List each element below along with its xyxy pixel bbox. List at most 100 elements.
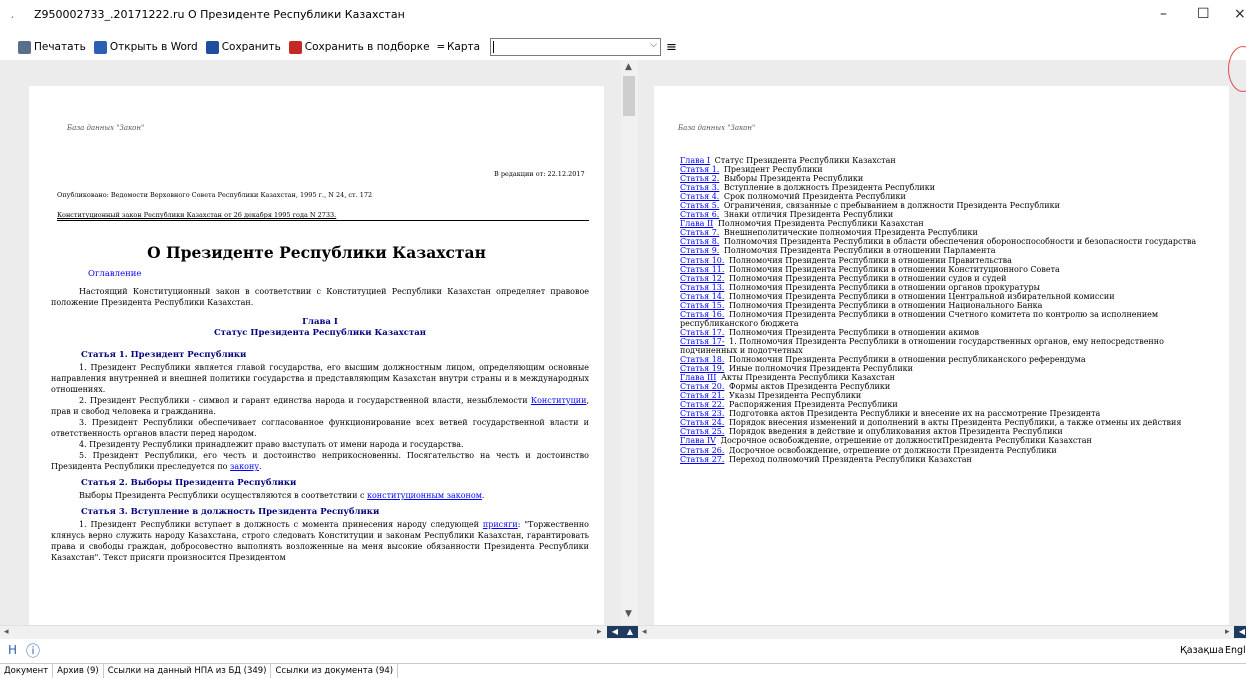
toc-row-link[interactable]: Статья 22.	[680, 400, 724, 409]
toc-row: Статья 5. Ограничения, связанные с пребы…	[680, 201, 1220, 210]
toc-row-link[interactable]: Статья 17-	[680, 337, 725, 346]
floppy-save-icon[interactable]: H	[8, 643, 17, 657]
toc-row: Статья 17- 1. Полномочия Президента Респ…	[680, 337, 1220, 355]
toc-row-link[interactable]: Статья 12.	[680, 274, 724, 283]
toc-row: Статья 10. Полномочия Президента Республ…	[680, 256, 1220, 265]
open-word-button[interactable]: Открыть в Word	[93, 40, 198, 54]
toc-row-text: Срок полномочий Президента Республики	[721, 192, 906, 202]
toc-row-text: Полномочия Президента Республики в отнош…	[726, 355, 1086, 365]
close-button[interactable]: ×	[1234, 6, 1246, 22]
scroll-right-icon[interactable]: ▸	[597, 627, 602, 637]
toc-link[interactable]: Оглавление	[88, 269, 141, 279]
map-icon: ═	[437, 41, 444, 53]
toc-row-link[interactable]: Глава IV	[680, 436, 716, 445]
toc-row-text: Подготовка актов Президента Республики и…	[726, 409, 1101, 419]
tab-document[interactable]: Документ	[0, 664, 54, 678]
menu-icon[interactable]: ≡	[666, 40, 677, 55]
toc-row-link[interactable]: Статья 15.	[680, 301, 724, 310]
toc-row-link[interactable]: Статья 4.	[680, 192, 719, 201]
article-1-heading: Статья 1. Президент Республики	[81, 350, 247, 360]
constitution-link[interactable]: Конституции	[531, 396, 587, 405]
toc-row: Статья 18. Полномочия Президента Республ…	[680, 355, 1220, 364]
toc-row-link[interactable]: Статья 16.	[680, 310, 724, 319]
toc-row-link[interactable]: Глава III	[680, 373, 716, 382]
right-toc-pane[interactable]: База данных "Закон" Глава I Статус Прези…	[638, 60, 1246, 625]
toc-row-link[interactable]: Статья 20.	[680, 382, 724, 391]
scroll-left-icon-right[interactable]: ◂	[642, 627, 647, 637]
toc-row-link[interactable]: Статья 25.	[680, 427, 724, 436]
toc-row-link[interactable]: Статья 5.	[680, 201, 719, 210]
left-document-page: База данных "Закон" В редакции от: 22.12…	[29, 86, 604, 625]
toc-row-link[interactable]: Статья 7.	[680, 228, 719, 237]
lang-kazakh[interactable]: Қазақша	[1180, 645, 1224, 656]
toc-row-link[interactable]: Статья 6.	[680, 210, 719, 219]
prev-pane-icon[interactable]: ◀	[607, 626, 623, 638]
toc-row: Статья 11. Полномочия Президента Республ…	[680, 265, 1220, 274]
toc-row-link[interactable]: Глава I	[680, 156, 710, 165]
toc-row-link[interactable]: Статья 27.	[680, 455, 724, 464]
sync-pane-icon[interactable]: ▲	[622, 626, 638, 638]
lang-english[interactable]: Engli	[1225, 645, 1246, 656]
toc-row-link[interactable]: Статья 3.	[680, 183, 719, 192]
toc-row-link[interactable]: Статья 19.	[680, 364, 724, 373]
constitutional-law-link[interactable]: конституционным законом	[367, 491, 482, 500]
article-1-p5-end: .	[259, 462, 262, 471]
maximize-button[interactable]: ☐	[1197, 6, 1210, 22]
article-3-text: 1. Президент Республики вступает в должн…	[79, 520, 483, 529]
toc-row-link[interactable]: Статья 9.	[680, 246, 719, 255]
toc-row-link[interactable]: Статья 13.	[680, 283, 724, 292]
toc-row-link[interactable]: Статья 18.	[680, 355, 724, 364]
law-link[interactable]: закону	[230, 462, 259, 471]
tab-archive[interactable]: Архив (9)	[53, 664, 104, 678]
toc-row-link[interactable]: Глава II	[680, 219, 713, 228]
toc-row-link[interactable]: Статья 21.	[680, 391, 724, 400]
scroll-down-icon[interactable]: ▼	[625, 609, 632, 619]
toc-row-link[interactable]: Статья 10.	[680, 256, 724, 265]
toc-row-link[interactable]: Статья 2.	[680, 174, 719, 183]
toc-row: Глава I Статус Президента Республики Каз…	[680, 156, 1220, 165]
map-combobox[interactable]: ⌵	[490, 38, 662, 56]
toc-row-link[interactable]: Статья 17.	[680, 328, 724, 337]
document-title: О Президенте Республики Казахстан	[147, 243, 486, 262]
toc-row: Статья 8. Полномочия Президента Республи…	[680, 237, 1220, 246]
article-2-text: Выборы Президента Республики осуществляю…	[79, 491, 367, 500]
left-document-pane[interactable]: База данных "Закон" В редакции от: 22.12…	[0, 60, 621, 625]
oath-link[interactable]: присяги	[483, 520, 518, 529]
map-button[interactable]: ═ Карта	[438, 41, 480, 53]
article-1-p2-text: 2. Президент Республики - символ и гаран…	[79, 396, 531, 405]
tab-incoming-links[interactable]: Ссылки на данный НПА из БД (349)	[104, 664, 272, 678]
save-selection-button[interactable]: Сохранить в подборке	[288, 40, 430, 54]
toc-row-text: Полномочия Президента Республики в отнош…	[726, 300, 1043, 310]
floppy-red-icon	[288, 40, 302, 54]
print-button[interactable]: Печатать	[18, 40, 86, 54]
toc-row-link[interactable]: Статья 14.	[680, 292, 724, 301]
toc-row: Статья 22. Распоряжения Президента Респу…	[680, 400, 1220, 409]
next-pane-icon[interactable]: ◀	[1234, 626, 1246, 638]
toc-row-text: Полномочия Президента Республики в отнош…	[726, 255, 1012, 265]
scrollbar-thumb[interactable]	[623, 76, 635, 116]
article-1-p5: 5. Президент Республики, его честь и дос…	[51, 450, 589, 472]
scroll-up-icon[interactable]: ▲	[625, 62, 632, 72]
toc-row-text: Полномочия Президента Республики в отнош…	[726, 282, 1040, 292]
info-icon[interactable]: ⓘ	[26, 641, 40, 661]
toc-row-link[interactable]: Статья 11.	[680, 265, 724, 274]
scroll-left-icon[interactable]: ◂	[4, 627, 9, 637]
toc-row-link[interactable]: Статья 24.	[680, 418, 724, 427]
save-button[interactable]: Сохранить	[205, 40, 281, 54]
toc-row-link[interactable]: Статья 1.	[680, 165, 719, 174]
chevron-down-icon[interactable]: ⌵	[650, 40, 657, 50]
vertical-scrollbar[interactable]: ▲ ▼	[621, 60, 638, 625]
toc-row-link[interactable]: Статья 8.	[680, 237, 719, 246]
toc-row-link[interactable]: Статья 26.	[680, 446, 724, 455]
toc-row: Статья 2. Выборы Президента Республики	[680, 174, 1220, 183]
toc-row-text: Полномочия Президента Республики в отнош…	[726, 273, 1007, 283]
scroll-right-icon-right[interactable]: ▸	[1225, 627, 1230, 637]
article-1-p3: 3. Президент Республики обеспечивает сог…	[51, 418, 589, 438]
tab-outgoing-links[interactable]: Ссылки из документа (94)	[271, 664, 399, 678]
toc-row: Статья 6. Знаки отличия Президента Респу…	[680, 210, 1220, 219]
minimize-button[interactable]: –	[1160, 6, 1167, 22]
word-icon	[93, 40, 107, 54]
toc-row-link[interactable]: Статья 23.	[680, 409, 724, 418]
law-reference: Конституционный закон Республики Казахст…	[57, 211, 589, 221]
toc-row-text: Ограничения, связанные с пребыванием в д…	[721, 201, 1060, 211]
